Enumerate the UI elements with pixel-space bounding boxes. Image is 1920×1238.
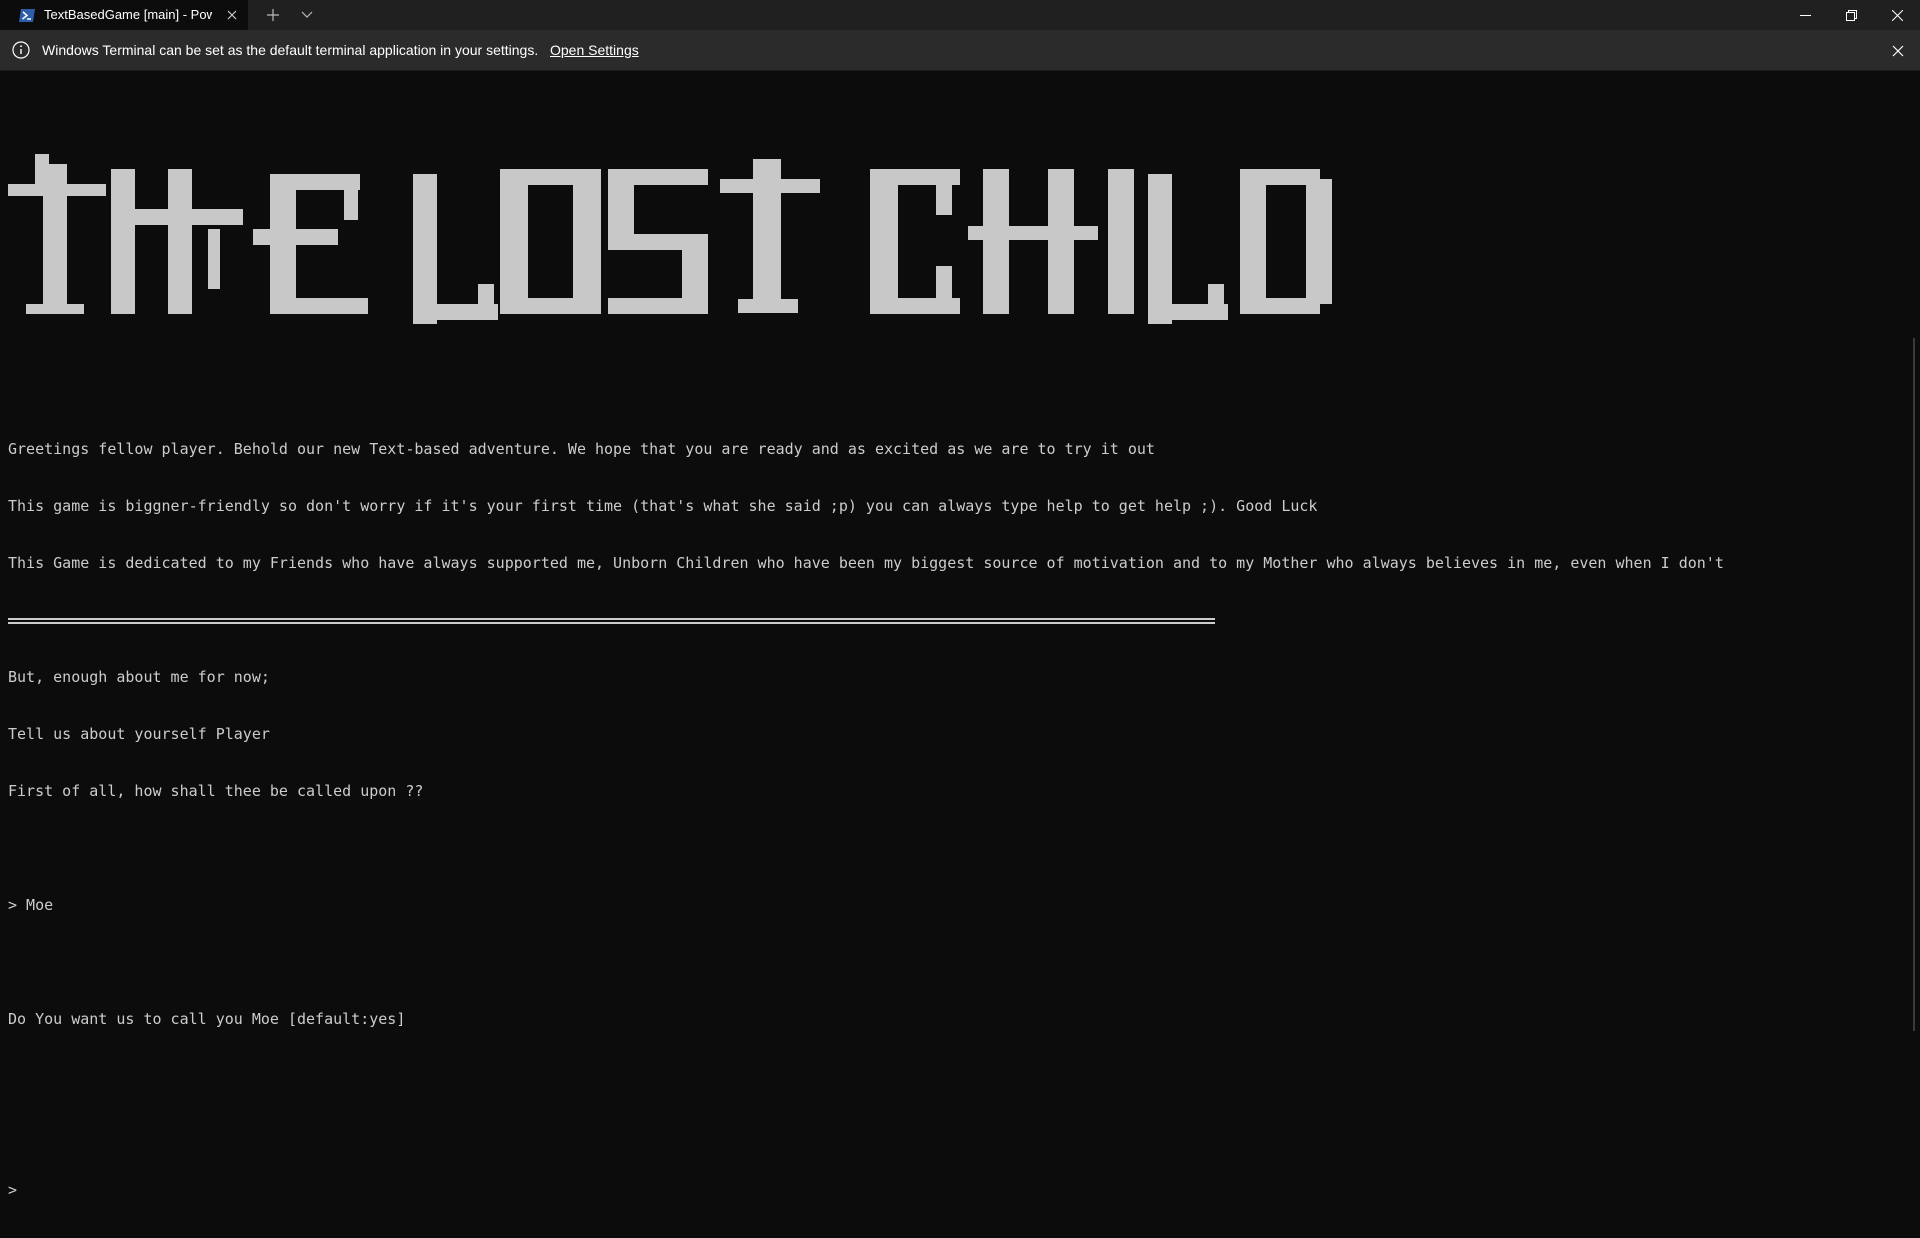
close-button[interactable]	[1874, 0, 1920, 30]
title-bar: TextBasedGame [main] - PowerShell	[0, 0, 1920, 30]
terminal-line: Tell us about yourself Player	[8, 725, 270, 743]
terminal-output: Greetings fellow player. Behold our new …	[8, 402, 1724, 1238]
tab-powershell[interactable]: TextBasedGame [main] - PowerShell	[0, 0, 248, 30]
title-banner-art	[8, 154, 1332, 324]
user-input-line: > Moe	[8, 896, 54, 914]
terminal-line: This game is biggner-friendly so don't w…	[8, 497, 1318, 515]
open-settings-link[interactable]: Open Settings	[550, 30, 639, 71]
powershell-icon	[19, 8, 35, 22]
terminal-line: This Game is dedicated to my Friends who…	[8, 554, 1724, 572]
terminal-line: First of all, how shall thee be called u…	[8, 782, 424, 800]
info-message: Windows Terminal can be set as the defau…	[42, 42, 539, 58]
chevron-down-icon[interactable]	[290, 0, 324, 30]
terminal-question: Do You want us to call you Moe [default:…	[8, 1010, 406, 1028]
tab-close-icon[interactable]	[222, 5, 242, 25]
terminal-pane[interactable]: Greetings fellow player. Behold our new …	[0, 72, 1910, 1199]
restore-button[interactable]	[1828, 0, 1874, 30]
info-bar: Windows Terminal can be set as the defau…	[0, 30, 1920, 71]
info-icon	[12, 41, 30, 59]
command-prompt[interactable]: >	[8, 1181, 1724, 1200]
separator-line	[8, 611, 1724, 630]
minimize-button[interactable]	[1782, 0, 1828, 30]
terminal-line: But, enough about me for now;	[8, 668, 270, 686]
terminal-line: Greetings fellow player. Behold our new …	[8, 440, 1155, 458]
scrollbar[interactable]	[1913, 338, 1915, 1031]
new-tab-button[interactable]	[256, 0, 290, 30]
info-close-icon[interactable]	[1888, 41, 1908, 61]
tab-title: TextBasedGame [main] - PowerShell	[44, 7, 212, 22]
